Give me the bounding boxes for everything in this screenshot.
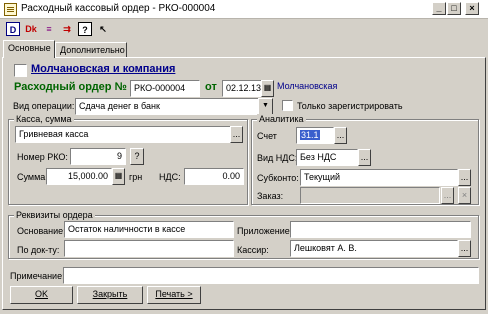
- toolbar: D Dk ≡ ⇉ ? ↖: [0, 19, 488, 39]
- analytics-group-title: Аналитика: [257, 114, 306, 124]
- order-clear-button[interactable]: ×: [458, 187, 471, 204]
- subconto-select-button[interactable]: ...: [458, 169, 471, 186]
- tab-main[interactable]: Основные: [3, 40, 55, 58]
- select-checkbox[interactable]: [14, 64, 27, 77]
- basis-label: Основание:: [17, 226, 66, 236]
- document-icon: [4, 3, 17, 16]
- close-button-label: Закрыть: [92, 289, 128, 299]
- note-field[interactable]: [63, 267, 479, 284]
- cashier-select-button[interactable]: ...: [458, 240, 471, 257]
- appendix-label: Приложение:: [237, 226, 293, 236]
- account-field[interactable]: 31.1: [296, 127, 334, 144]
- rko-help-button[interactable]: ?: [130, 148, 144, 165]
- order-select-button[interactable]: ...: [441, 187, 454, 204]
- title-bar: Расходный кассовый ордер - РКО-000004 _ …: [0, 0, 488, 19]
- date-field[interactable]: 02.12.13: [222, 80, 262, 97]
- vat-field[interactable]: 0.00: [184, 168, 244, 185]
- structure-icon[interactable]: ≡: [42, 22, 56, 36]
- window-title: Расходный кассовый ордер - РКО-000004: [21, 3, 216, 14]
- print-button-label: Печать >: [155, 289, 193, 299]
- pointer-help-icon[interactable]: ↖: [96, 22, 110, 36]
- currency-label: грн: [129, 172, 143, 182]
- operation-label: Вид операции:: [13, 101, 75, 111]
- calendar-icon[interactable]: ▦: [261, 80, 274, 97]
- move-icon[interactable]: ⇉: [60, 22, 74, 36]
- rko-number-field[interactable]: 9: [70, 148, 126, 165]
- basis-field[interactable]: Остаток наличности в кассе: [64, 221, 234, 238]
- requisites-group-title: Реквизиты ордера: [14, 210, 95, 220]
- sum-label: Сумма:: [17, 172, 48, 182]
- account-select-button[interactable]: ...: [334, 127, 347, 144]
- chevron-down-icon[interactable]: ▼: [258, 98, 273, 115]
- note-label: Примечание:: [10, 271, 65, 281]
- cashier-field[interactable]: Лешковят А. В.: [290, 240, 458, 257]
- help-icon[interactable]: ?: [78, 22, 92, 36]
- operation-select[interactable]: Сдача денег в банк: [75, 98, 260, 115]
- only-registered-label: Только зарегистрировать: [297, 101, 403, 111]
- close-window-button[interactable]: ×: [465, 2, 479, 15]
- subconto-field[interactable]: Текущий: [300, 169, 458, 186]
- by-doc-label: По док-ту:: [17, 245, 60, 255]
- ok-button[interactable]: OK: [10, 286, 73, 304]
- appendix-field[interactable]: [290, 221, 471, 238]
- calculator-icon[interactable]: ▦: [112, 168, 125, 185]
- only-registered-checkbox[interactable]: [282, 100, 293, 111]
- company-name-link[interactable]: Молчановская и компания: [31, 63, 175, 75]
- minimize-button[interactable]: _: [432, 2, 446, 15]
- cashbox-select-button[interactable]: ...: [230, 126, 243, 143]
- company-short-label: Молчановская: [277, 81, 338, 91]
- vat-type-field[interactable]: Без НДС: [296, 149, 358, 166]
- view-doc-icon[interactable]: D: [6, 22, 20, 36]
- cash-group-title: Касса, сумма: [14, 114, 74, 124]
- vat-type-select-button[interactable]: ...: [358, 149, 371, 166]
- account-label: Счет: [257, 131, 277, 141]
- account-value: 31.1: [300, 130, 320, 140]
- date-label: от: [205, 81, 217, 93]
- cashbox-field[interactable]: Гривневая касса: [15, 126, 231, 143]
- print-icon[interactable]: Dk: [24, 22, 38, 36]
- sum-field[interactable]: 15,000.00: [46, 168, 112, 185]
- vat-type-label: Вид НДС:: [257, 153, 298, 163]
- print-button[interactable]: Печать >: [147, 286, 201, 304]
- by-doc-field[interactable]: [64, 240, 234, 257]
- subconto-label: Субконто:: [257, 173, 299, 183]
- doc-number-label: Расходный ордер №: [14, 81, 127, 93]
- ok-button-label: OK: [34, 289, 48, 299]
- rko-label: Номер РКО:: [17, 152, 68, 162]
- order-label: Заказ:: [257, 191, 284, 201]
- order-field[interactable]: [300, 187, 440, 204]
- maximize-button[interactable]: □: [447, 2, 461, 15]
- cashier-label: Кассир:: [237, 245, 269, 255]
- tab-additional[interactable]: Дополнительно: [55, 42, 127, 58]
- doc-number-field[interactable]: РКО-000004: [130, 80, 200, 97]
- vat-label: НДС:: [159, 172, 181, 182]
- close-button[interactable]: Закрыть: [77, 286, 143, 304]
